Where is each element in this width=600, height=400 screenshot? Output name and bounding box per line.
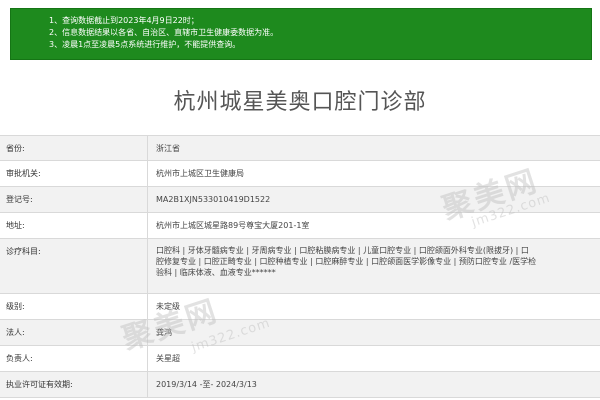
row-label: 执业许可证有效期: (0, 372, 148, 397)
notice-line: 3、凌晨1点至凌晨5点系统进行维护，不能提供查询。 (49, 40, 241, 49)
row-label: 登记号: (0, 187, 148, 212)
title-area: 杭州城星美奥口腔门诊部 (0, 60, 600, 135)
row-value: 2019/3/14 -至- 2024/3/13 (156, 380, 257, 389)
row-level: 级别: 未定级 (0, 294, 600, 320)
row-value: 浙江省 (156, 143, 180, 153)
row-label: 负责人: (0, 346, 148, 371)
row-departments: 诊疗科目: 口腔科 | 牙体牙髓病专业 | 牙周病专业 | 口腔粘膜病专业 | … (0, 239, 600, 294)
info-table: 省份: 浙江省 审批机关: 杭州市上城区卫生健康局 登记号: MA2B1XJN5… (0, 135, 600, 398)
page-title: 杭州城星美奥口腔门诊部 (173, 90, 427, 115)
row-value: 未定级 (156, 302, 180, 311)
row-value: 杭州市上城区城星路89号尊宝大厦201-1室 (156, 221, 310, 230)
row-approval-authority: 审批机关: 杭州市上城区卫生健康局 (0, 161, 600, 187)
row-label: 审批机关: (0, 161, 148, 186)
row-label: 地址: (0, 213, 148, 238)
department-line: 腔修复专业 | 口腔正畸专业 | 口腔种植专业 | 口腔麻醉专业 | 口腔颌面医… (156, 257, 537, 266)
row-address: 地址: 杭州市上城区城星路89号尊宝大厦201-1室 (0, 213, 600, 239)
row-label: 诊疗科目: (0, 239, 148, 293)
row-value: 关星超 (156, 354, 180, 363)
department-line: 口腔科 | 牙体牙髓病专业 | 牙周病专业 | 口腔粘膜病专业 | 儿童口腔专业… (156, 246, 529, 255)
row-value: 口腔科 | 牙体牙髓病专业 | 牙周病专业 | 口腔粘膜病专业 | 儿童口腔专业… (148, 239, 600, 293)
row-value: MA2B1XJN533010419D1522 (156, 195, 271, 204)
row-label: 级别: (0, 294, 148, 319)
row-province: 省份: 浙江省 (0, 136, 600, 161)
row-registration-number: 登记号: MA2B1XJN533010419D1522 (0, 187, 600, 213)
department-line: 验科 | 临床体液、血液专业****** (156, 268, 276, 277)
notice-line: 1、查询数据截止到2023年4月9日22时； (49, 16, 199, 25)
row-legal-person: 法人: 龚鸿 (0, 320, 600, 346)
row-label: 省份: (0, 136, 148, 160)
row-person-in-charge: 负责人: 关星超 (0, 346, 600, 372)
row-value: 龚鸿 (156, 328, 172, 337)
row-license-validity: 执业许可证有效期: 2019/3/14 -至- 2024/3/13 (0, 372, 600, 398)
row-value: 杭州市上城区卫生健康局 (156, 169, 244, 178)
notice-banner: 1、查询数据截止到2023年4月9日22时； 2、信息数据结果以各省、自治区、直… (10, 8, 592, 60)
notice-line: 2、信息数据结果以各省、自治区、直辖市卫生健康委数据为准。 (49, 28, 279, 37)
row-label: 法人: (0, 320, 148, 345)
